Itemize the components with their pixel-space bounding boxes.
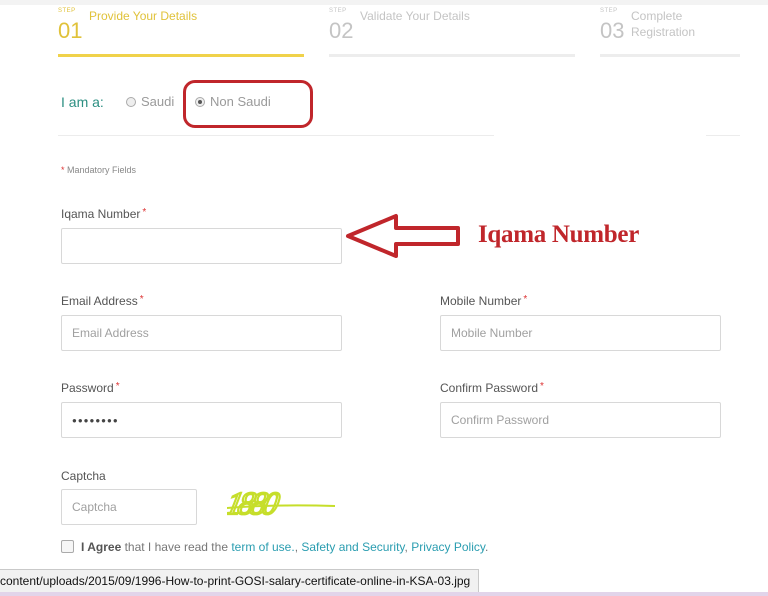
email-label: Email Address * <box>61 294 144 308</box>
bottom-border <box>0 592 768 596</box>
privacy-policy-link[interactable]: Privacy Policy <box>411 540 485 554</box>
password-required-mark: * <box>115 381 120 392</box>
radio-saudi-label: Saudi <box>141 94 175 109</box>
step-2-progress-bar <box>329 54 575 57</box>
agree-checkbox[interactable] <box>61 540 74 553</box>
mobile-required-mark: * <box>523 294 528 305</box>
captcha-label: Captcha <box>61 469 106 483</box>
confirm-password-label: Confirm Password * <box>440 381 544 395</box>
annotation-label: Iqama Number <box>478 221 639 248</box>
agree-end: . <box>485 540 489 554</box>
step-3: STEP 03 Complete Registration <box>600 6 740 57</box>
terms-of-use-link[interactable]: term of use. <box>231 540 294 554</box>
captcha-label-text: Captcha <box>61 469 106 483</box>
browser-status-url: content/uploads/2015/09/1996-How-to-prin… <box>0 569 480 593</box>
captcha-image-text: 1880 <box>227 485 283 521</box>
step-1-tag: STEP <box>58 8 76 14</box>
password-field[interactable] <box>61 402 342 438</box>
top-border <box>0 0 768 5</box>
password-label-text: Password <box>61 381 114 395</box>
password-label: Password * <box>61 381 120 395</box>
step-1-progress-bar <box>58 54 304 57</box>
safety-security-link[interactable]: Safety and Security <box>301 540 404 554</box>
iqama-label-text: Iqama Number <box>61 207 141 221</box>
annotation-highlight-oval <box>183 80 313 128</box>
step-3-tag: STEP <box>600 8 618 14</box>
radio-saudi-circle-icon[interactable] <box>126 97 136 107</box>
annotation-arrow-icon <box>346 214 460 258</box>
mobile-label: Mobile Number * <box>440 294 527 308</box>
captcha-image: 1880 <box>227 484 336 522</box>
step-1-number: 01 <box>58 18 83 43</box>
confirm-password-label-text: Confirm Password <box>440 381 539 395</box>
mobile-label-text: Mobile Number <box>440 294 522 308</box>
confirm-password-required-mark: * <box>540 381 544 392</box>
divider <box>58 135 494 136</box>
step-2-tag: STEP <box>329 8 347 14</box>
iqama-required-mark: * <box>142 207 147 218</box>
step-2-number: 02 <box>329 18 354 43</box>
nationality-label: I am a: <box>61 94 104 110</box>
email-label-text: Email Address <box>61 294 138 308</box>
agree-text: that I have read the <box>121 540 232 554</box>
step-1: STEP 01 Provide Your Details <box>58 6 304 57</box>
mobile-number-field[interactable] <box>440 315 721 351</box>
mandatory-asterisk: * <box>61 165 65 175</box>
email-required-mark: * <box>139 294 144 305</box>
iqama-number-input[interactable] <box>61 228 342 264</box>
iqama-label: Iqama Number * <box>61 207 146 221</box>
confirm-password-field[interactable] <box>440 402 721 438</box>
divider-right <box>706 135 740 136</box>
step-3-progress-bar <box>600 54 740 57</box>
mandatory-text: Mandatory Fields <box>67 165 137 175</box>
step-2: STEP 02 Validate Your Details <box>329 6 575 57</box>
step-3-number: 03 <box>600 18 625 43</box>
agree-strong-text: I Agree <box>81 540 122 554</box>
radio-saudi[interactable]: Saudi <box>126 94 174 109</box>
step-3-title: Complete Registration <box>631 9 696 39</box>
mandatory-note: * Mandatory Fields <box>61 165 136 175</box>
step-1-title: Provide Your Details <box>89 9 198 23</box>
captcha-input[interactable] <box>61 489 197 525</box>
step-2-title: Validate Your Details <box>360 9 470 23</box>
agree-row: I Agree that I have read the term of use… <box>61 540 488 554</box>
email-field[interactable] <box>61 315 342 351</box>
